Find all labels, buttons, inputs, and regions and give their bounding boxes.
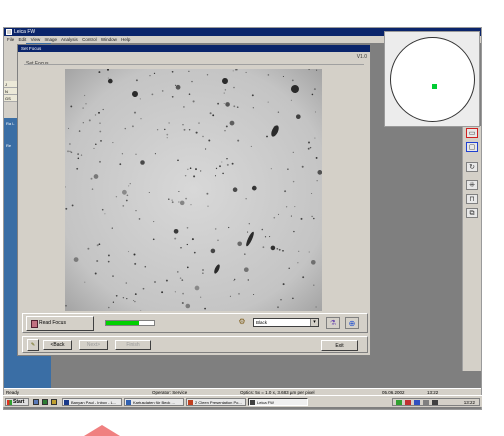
focus-control-row: Read Focus ⚙ Black ▾ ⚗ ⊕	[22, 313, 368, 333]
next-button[interactable]: Next>	[79, 340, 108, 350]
background-select[interactable]: Black ▾	[253, 318, 319, 327]
mail-icon	[64, 400, 69, 405]
menu-image[interactable]: Image	[45, 37, 58, 42]
presentation-icon	[188, 400, 193, 405]
stage-position-marker	[432, 84, 437, 89]
taskbar-item-label: Banyan Paul - Inbox - L...	[71, 400, 117, 405]
left-item-ra[interactable]: Ra L	[6, 121, 14, 126]
quick-launch-browser-icon[interactable]	[42, 399, 48, 405]
menu-analysis[interactable]: Analysis	[61, 37, 78, 42]
dialog-title: Set Focus	[18, 45, 370, 52]
focus-meter-fill	[106, 321, 139, 325]
rectangle-blue-icon[interactable]: ▢	[466, 142, 478, 152]
menu-view[interactable]: View	[31, 37, 41, 42]
group-divider	[24, 64, 364, 65]
right-toolbar: ▭ ▢ ↻ ⁜ ⊓ ⧉	[462, 126, 481, 371]
taskbar-item-label: 2 Cleen Presentation Po...	[195, 400, 242, 405]
left-item-re[interactable]: Re	[6, 143, 11, 148]
chevron-down-icon[interactable]: ▾	[310, 319, 318, 326]
rotate-icon[interactable]: ↻	[466, 162, 478, 172]
desktop: Leica FW File Edit View Image Analysis C…	[0, 0, 504, 436]
stage-navigator	[384, 31, 480, 127]
grid-icon[interactable]: ⁜	[466, 180, 478, 190]
printer-icon[interactable]	[432, 400, 438, 405]
menu-window[interactable]: Window	[101, 37, 117, 42]
taskbar-item-leica[interactable]: Leica FW	[248, 398, 308, 406]
app-icon	[6, 29, 12, 35]
menu-edit[interactable]: Edit	[19, 37, 27, 42]
read-focus-label: Read Focus	[39, 320, 66, 326]
system-tray: 13:22	[392, 398, 480, 406]
camera-icon[interactable]: ⚙	[236, 317, 248, 328]
app-title: Leica FW	[14, 29, 36, 35]
microscope-icon	[250, 400, 255, 405]
exit-button[interactable]: Exit	[321, 340, 358, 351]
rectangle-red-icon[interactable]: ▭	[466, 128, 478, 138]
antivirus-icon[interactable]	[405, 400, 411, 405]
menu-control[interactable]: Control	[82, 37, 97, 42]
set-focus-dialog: Set Focus V1.0 Set Focus Read Focus	[17, 44, 371, 356]
taskbar-item-inbox[interactable]: Banyan Paul - Inbox - L...	[62, 398, 122, 406]
clock: 13:22	[463, 400, 475, 405]
stage-icon[interactable]: ⊓	[466, 194, 478, 204]
read-focus-button[interactable]: Read Focus	[26, 316, 94, 331]
focus-icon	[31, 320, 38, 328]
quick-launch-desktop-icon[interactable]	[33, 399, 39, 405]
menu-file[interactable]: File	[7, 37, 14, 42]
taskbar-item-document[interactable]: Kartusdaten für Beck ...	[124, 398, 184, 406]
status-bar: Ready Operator: Service Optics: 5x = 1.0…	[4, 388, 481, 395]
volume-icon[interactable]	[423, 400, 429, 405]
layers-icon[interactable]: ⧉	[466, 208, 478, 218]
scope-settings-icon[interactable]: ⚗	[326, 317, 340, 329]
taskbar-item-presentation[interactable]: 2 Cleen Presentation Po...	[186, 398, 246, 406]
monitor-icon[interactable]	[414, 400, 420, 405]
dialog-version: V1.0	[356, 54, 367, 60]
help-icon[interactable]: ✎	[27, 339, 39, 351]
finish-button[interactable]: Finish	[115, 340, 151, 350]
crosshair-icon[interactable]: ⊕	[345, 317, 359, 329]
taskbar-item-label: Kartusdaten für Beck ...	[133, 400, 175, 405]
stage-circle[interactable]	[390, 37, 475, 122]
pointer-triangle	[84, 425, 120, 436]
menu-help[interactable]: Help	[121, 37, 130, 42]
taskbar-item-label: Leica FW	[257, 400, 274, 405]
network-icon[interactable]	[396, 400, 402, 405]
taskbar: Start Banyan Paul - Inbox - L... Kartusd…	[3, 395, 482, 407]
sample-image	[65, 69, 322, 311]
background-select-value: Black	[256, 320, 268, 325]
microscope-image[interactable]	[65, 69, 322, 311]
quick-launch-mail-icon[interactable]	[51, 399, 57, 405]
focus-meter	[105, 320, 155, 326]
document-icon	[126, 400, 131, 405]
wizard-nav-row: ✎ <Back Next> Finish Exit	[22, 336, 368, 353]
start-button[interactable]: Start	[5, 398, 29, 406]
back-button[interactable]: <Back	[43, 340, 72, 350]
